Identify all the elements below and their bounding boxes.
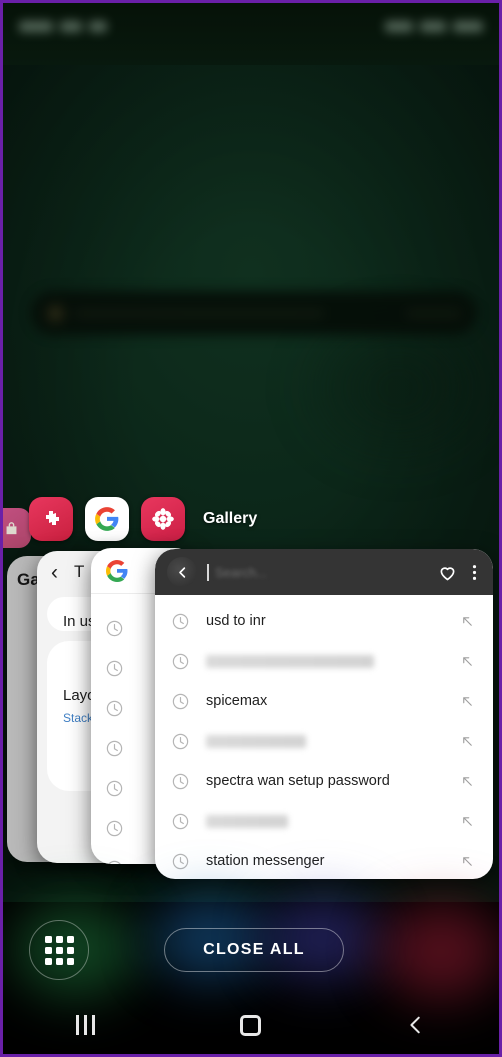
history-clock-icon [106, 780, 123, 796]
close-all-button[interactable]: CLOSE ALL [164, 928, 344, 972]
arrow-up-left-icon[interactable] [460, 774, 475, 789]
arrow-up-left-icon[interactable] [460, 854, 475, 869]
recents-icon [76, 1015, 96, 1035]
search-widget-mic-icon [406, 308, 461, 318]
chevron-left-icon [178, 566, 185, 578]
arrow-up-left-icon[interactable] [460, 614, 475, 629]
status-icon [89, 20, 107, 32]
search-suggestion-list: usd to inr spicemax spectra wan setup pass… [155, 595, 493, 879]
history-clock-icon [172, 773, 189, 789]
suggestion-row[interactable] [155, 721, 493, 761]
history-clock-icon [172, 693, 189, 709]
history-clock-icon [172, 733, 189, 749]
history-clock-icon [106, 820, 123, 836]
arrow-up-left-icon[interactable] [460, 814, 475, 829]
text-caret [207, 563, 209, 581]
status-bar-right [385, 20, 483, 32]
arrow-up-left-icon[interactable] [460, 654, 475, 669]
search-widget-logo-icon [47, 304, 64, 322]
search-widget-text [74, 308, 324, 318]
recents-button[interactable] [41, 1004, 131, 1046]
status-icon [60, 20, 82, 32]
search-placeholder: Search... [215, 564, 268, 580]
history-clock-icon [106, 700, 123, 716]
history-clock-icon [172, 813, 189, 829]
recents-bottom-bar: CLOSE ALL [3, 896, 499, 1054]
settings-title: T [74, 562, 85, 581]
flower-icon [152, 508, 174, 530]
suggestion-text: spicemax [206, 693, 268, 709]
glow [381, 904, 499, 999]
history-clock-icon [106, 660, 123, 676]
puzzle-icon [46, 511, 59, 525]
app-icon-row: Gallery [3, 490, 499, 548]
chevron-left-icon[interactable]: ‹ [51, 562, 58, 583]
history-clock-icon [172, 853, 189, 869]
suggestion-row[interactable]: station messenger [155, 841, 493, 879]
more-vertical-icon[interactable] [472, 562, 477, 583]
back-icon [410, 1016, 421, 1034]
status-icon [19, 20, 53, 32]
suggestion-row[interactable] [155, 641, 493, 681]
status-bar [3, 3, 499, 49]
suggestion-text-redacted [206, 814, 444, 828]
suggestion-text-redacted [206, 654, 444, 668]
apps-grid-icon [44, 935, 74, 965]
navigation-bar [3, 996, 499, 1054]
gallery-icon[interactable] [141, 497, 185, 541]
home-button[interactable] [206, 1004, 296, 1046]
suggestion-row[interactable]: spicemax [155, 681, 493, 721]
heart-icon[interactable] [437, 562, 458, 583]
wifi-icon [420, 20, 446, 32]
signal-icon [385, 20, 413, 32]
status-bar-left [19, 20, 107, 32]
google-g-icon [106, 559, 128, 582]
search-input[interactable]: Search... [207, 557, 437, 587]
history-clock-icon [107, 860, 122, 864]
apps-grid-button[interactable] [29, 920, 89, 980]
wallpaper-search-widget[interactable] [31, 291, 477, 335]
back-button[interactable] [371, 1004, 461, 1046]
home-icon [240, 1014, 262, 1036]
suggestion-text: usd to inr [206, 613, 266, 629]
arrow-up-left-icon[interactable] [460, 694, 475, 709]
suggestion-row[interactable] [155, 801, 493, 841]
suggestion-text: spectra wan setup password [206, 773, 390, 789]
history-clock-icon [106, 740, 123, 756]
browser-toolbar: Search... [155, 549, 493, 595]
suggestion-text-redacted [206, 734, 444, 748]
suggestion-row[interactable]: spectra wan setup password [155, 761, 493, 801]
browser-toolbar-actions [437, 562, 481, 583]
suggestion-row[interactable]: usd to inr [155, 601, 493, 641]
recents-card-browser[interactable]: Search... usd to inr spicemax spectra wan … [155, 549, 493, 879]
arrow-up-left-icon[interactable] [460, 734, 475, 749]
phone-screen: Gallery Galc ‹ T In use Layou Stack Sear… [0, 0, 502, 1057]
history-clock-icon [106, 620, 123, 636]
history-clock-icon [172, 653, 189, 669]
suggestion-text: station messenger [206, 853, 325, 869]
history-clock-icon [172, 613, 189, 629]
active-app-label: Gallery [203, 510, 258, 527]
samsung-store-icon[interactable] [29, 497, 73, 541]
battery-icon [453, 20, 483, 32]
google-icon[interactable] [85, 497, 129, 541]
back-button[interactable] [167, 557, 197, 587]
google-g-icon [95, 507, 119, 531]
